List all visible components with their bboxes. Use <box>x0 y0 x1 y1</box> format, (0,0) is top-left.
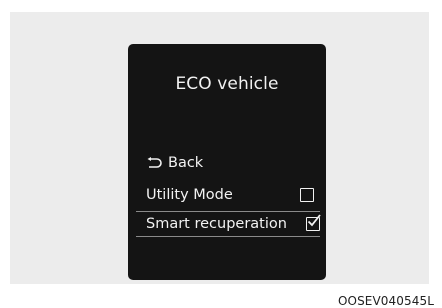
smart-recuperation-label: Smart recuperation <box>146 216 287 232</box>
utility-mode-label: Utility Mode <box>146 187 233 203</box>
figure-code-caption: OOSEV040545L <box>338 294 434 308</box>
back-arrow-icon <box>146 157 163 169</box>
menu-item-utility-mode[interactable]: Utility Mode <box>146 182 314 208</box>
checkbox-unchecked-icon[interactable] <box>300 188 314 202</box>
menu-item-smart-recuperation[interactable]: Smart recuperation <box>136 211 321 237</box>
checkbox-checked-icon[interactable] <box>306 214 321 231</box>
back-label: Back <box>168 155 204 171</box>
screen-title: ECO vehicle <box>175 74 279 94</box>
cluster-display-screen: ECO vehicle Back Utility Mode Smart recu… <box>128 44 326 280</box>
back-menu-item[interactable]: Back <box>146 150 314 176</box>
